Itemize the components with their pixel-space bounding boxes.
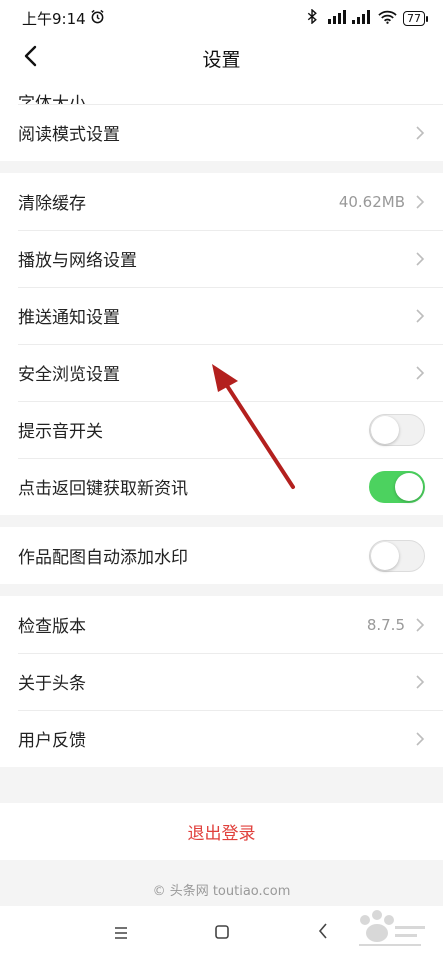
settings-row-clear-cache[interactable]: 清除缓存 40.62MB: [0, 173, 443, 230]
settings-row-label: 字体大小: [18, 94, 86, 104]
settings-row-about[interactable]: 关于头条: [0, 653, 443, 710]
logout-label: 退出登录: [187, 824, 256, 844]
toggle-knob: [371, 415, 399, 444]
toggle-knob: [395, 472, 423, 501]
status-time: 上午9:14: [22, 9, 86, 28]
back-nav-button[interactable]: [303, 913, 343, 953]
settings-row-playback-network[interactable]: 播放与网络设置: [0, 230, 443, 287]
settings-row-label: 用户反馈: [18, 731, 86, 751]
watermark-toggle-switch[interactable]: [369, 539, 425, 572]
alarm-icon: [90, 9, 105, 28]
settings-group-reading: 字体大小 阅读模式设置: [0, 80, 443, 161]
settings-row-label: 作品配图自动添加水印: [18, 548, 188, 568]
back-triangle-icon: [318, 923, 328, 943]
settings-row-label: 检查版本: [18, 617, 86, 637]
sound-toggle-switch[interactable]: [369, 413, 425, 446]
chevron-right-icon: [415, 125, 425, 141]
chevron-right-icon: [415, 308, 425, 324]
toggle-knob: [371, 541, 399, 570]
back-refresh-toggle-switch[interactable]: [369, 470, 425, 503]
settings-row-label: 关于头条: [18, 674, 86, 694]
settings-row-safe-browsing[interactable]: 安全浏览设置: [0, 344, 443, 401]
home-nav-button[interactable]: [202, 913, 242, 953]
chevron-right-icon: [415, 194, 425, 210]
battery-indicator: 77: [403, 10, 428, 26]
signal-hd-icon: [324, 9, 346, 27]
chevron-left-icon: [23, 45, 37, 71]
settings-row-label: 安全浏览设置: [18, 365, 120, 385]
chevron-right-icon: [415, 674, 425, 690]
title-bar: 设置: [0, 36, 443, 80]
settings-row-font-size[interactable]: 字体大小: [0, 80, 443, 104]
settings-row-watermark: 作品配图自动添加水印: [0, 527, 443, 584]
settings-list[interactable]: 字体大小 阅读模式设置 清除缓存 40.62MB 播放与网络设置 推送通知设置 …: [0, 80, 443, 906]
settings-row-back-refresh: 点击返回键获取新资讯: [0, 458, 443, 515]
settings-row-label: 推送通知设置: [18, 308, 120, 328]
settings-row-label: 阅读模式设置: [18, 125, 120, 145]
settings-row-reading-mode[interactable]: 阅读模式设置: [0, 104, 443, 161]
chevron-right-icon: [415, 365, 425, 381]
wifi-icon: [378, 10, 397, 27]
home-square-icon: [214, 924, 229, 943]
settings-row-label: 点击返回键获取新资讯: [18, 479, 188, 499]
chevron-right-icon: [415, 731, 425, 747]
watermark-logo: [349, 906, 429, 954]
menu-icon: [114, 924, 128, 943]
settings-group-general: 清除缓存 40.62MB 播放与网络设置 推送通知设置 安全浏览设置 提示音开关…: [0, 173, 443, 515]
settings-group-watermark: 作品配图自动添加水印: [0, 527, 443, 584]
version-value: 8.7.5: [366, 615, 405, 634]
chevron-right-icon: [415, 251, 425, 267]
status-bar: 上午9:14 77: [0, 0, 443, 36]
footer-copyright: © 头条网 toutiao.com: [152, 883, 291, 899]
settings-row-label: 提示音开关: [18, 422, 103, 442]
settings-row-label: 播放与网络设置: [18, 251, 137, 271]
back-button[interactable]: [10, 36, 50, 80]
menu-nav-button[interactable]: [101, 913, 141, 953]
settings-row-feedback[interactable]: 用户反馈: [0, 710, 443, 767]
page-title: 设置: [202, 48, 241, 71]
settings-row-label: 清除缓存: [18, 194, 86, 214]
chevron-right-icon: [415, 617, 425, 633]
bluetooth-icon: [307, 8, 318, 27]
settings-row-sound-toggle: 提示音开关: [0, 401, 443, 458]
settings-row-check-version[interactable]: 检查版本 8.7.5: [0, 596, 443, 653]
signal-icon: [352, 9, 372, 27]
cache-size-value: 40.62MB: [338, 192, 405, 211]
logout-button[interactable]: 退出登录: [0, 803, 443, 860]
settings-row-push-notifications[interactable]: 推送通知设置: [0, 287, 443, 344]
settings-group-about: 检查版本 8.7.5 关于头条 用户反馈: [0, 596, 443, 767]
